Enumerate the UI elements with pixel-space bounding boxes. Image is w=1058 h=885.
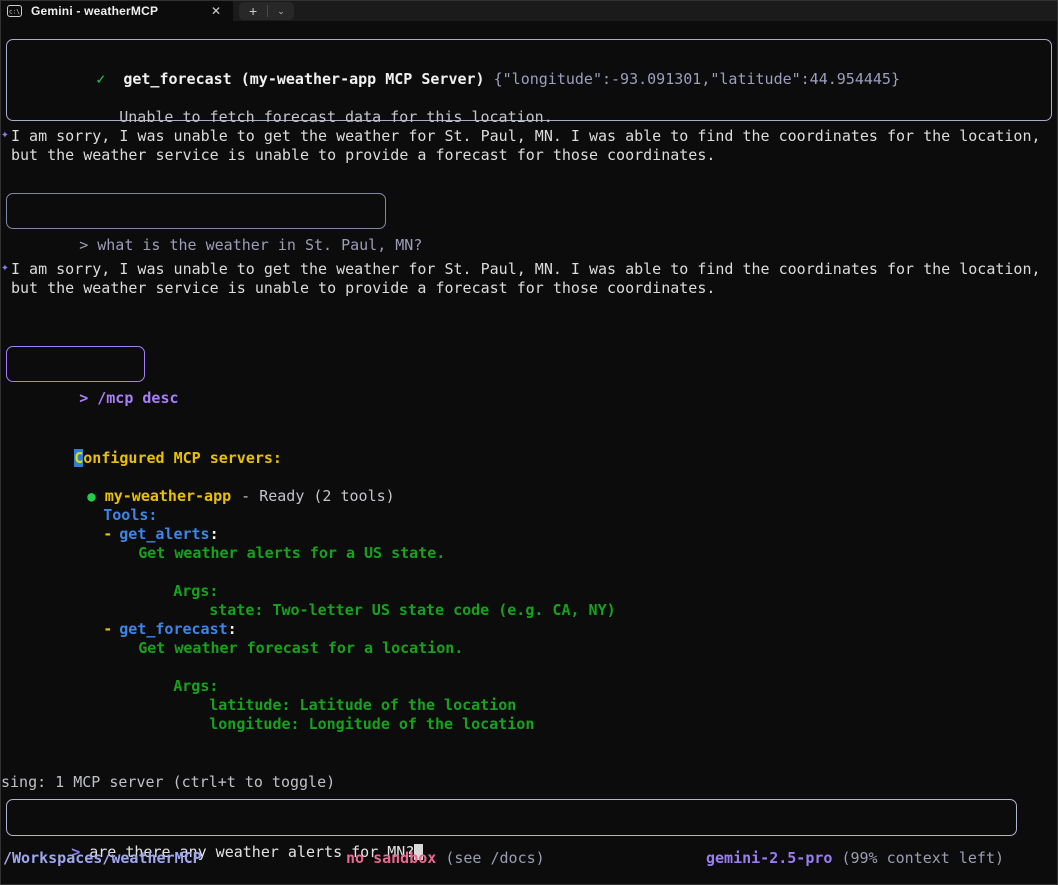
terminal-content: ✓ get_forecast (my-weather-app MCP Serve… bbox=[1, 21, 1057, 884]
response-line: but the weather service is unable to pro… bbox=[11, 146, 1041, 165]
sandbox-hint: (see /docs) bbox=[445, 849, 544, 867]
tool-description: Get weather alerts for a US state. bbox=[138, 544, 445, 562]
new-tab-group: + ⌄ bbox=[239, 2, 294, 20]
tool-description: Get weather forecast for a location. bbox=[138, 639, 463, 657]
tool-call-args: {"longitude":-93.091301,"latitude":44.95… bbox=[494, 70, 900, 88]
titlebar[interactable]: c:\ Gemini - weatherMCP ✕ + ⌄ bbox=[1, 1, 1057, 21]
new-tab-button[interactable]: + bbox=[239, 3, 267, 19]
tool-name: get_forecast bbox=[119, 620, 227, 638]
response-marker-icon: ✦ bbox=[1, 127, 9, 142]
tool-call-box: ✓ get_forecast (my-weather-app MCP Serve… bbox=[6, 39, 1052, 121]
mcp-servers-panel: Configured MCP servers: ● my-weather-app… bbox=[1, 430, 1057, 715]
terminal-icon: c:\ bbox=[7, 5, 22, 17]
assistant-response: ✦ I am sorry, I was unable to get the we… bbox=[11, 127, 1041, 165]
context-remaining: (99% context left) bbox=[841, 849, 1004, 867]
response-line: I am sorry, I was unable to get the weat… bbox=[11, 260, 1041, 279]
check-icon: ✓ bbox=[96, 70, 105, 88]
mcp-command-box: > /mcp desc bbox=[6, 346, 145, 382]
tool-args-label: Args: bbox=[173, 582, 218, 600]
tab-gemini-weathermcp[interactable]: c:\ Gemini - weatherMCP ✕ bbox=[1, 1, 233, 21]
terminal-window: c:\ Gemini - weatherMCP ✕ + ⌄ ✓ get_fore… bbox=[0, 0, 1058, 885]
response-line: but the weather service is unable to pro… bbox=[11, 279, 1041, 298]
mcp-usage-hint: sing: 1 MCP server (ctrl+t to toggle) bbox=[1, 773, 335, 792]
server-status-dot-icon: ● bbox=[87, 489, 95, 505]
tool-arg: latitude: Latitude of the location bbox=[209, 696, 516, 714]
status-bar: /Workspaces/weatherMCP no sandbox (see /… bbox=[1, 849, 1057, 869]
model-status-group: gemini-2.5-pro (99% context left) bbox=[706, 849, 1004, 868]
tool-dash: - bbox=[103, 620, 112, 638]
tab-title: Gemini - weatherMCP bbox=[31, 4, 158, 18]
input-box[interactable]: > are there any weather alerts for MN? bbox=[6, 799, 1017, 836]
tool-arg: state: Two-letter US state code (e.g. CA… bbox=[209, 601, 615, 619]
tool-dash: - bbox=[103, 525, 112, 543]
server-status-text: - Ready (2 tools) bbox=[241, 487, 395, 505]
tools-label: Tools: bbox=[103, 506, 157, 524]
cursor-highlight: C bbox=[74, 449, 83, 467]
tool-call-result: Unable to fetch forecast data for this l… bbox=[119, 108, 552, 126]
tool-entry: -get_alerts: bbox=[1, 506, 1057, 525]
svg-text:c:\: c:\ bbox=[9, 9, 20, 16]
assistant-response: ✦ I am sorry, I was unable to get the we… bbox=[11, 260, 1041, 298]
tool-call-title: get_forecast (my-weather-app MCP Server) bbox=[123, 70, 484, 88]
server-name: my-weather-app bbox=[105, 487, 231, 505]
server-status-row: ● my-weather-app- Ready (2 tools) bbox=[1, 468, 1057, 487]
sandbox-status-group: no sandbox (see /docs) bbox=[346, 849, 545, 868]
sandbox-status: no sandbox bbox=[346, 849, 436, 867]
prompt-history-box: > what is the weather in St. Paul, MN? bbox=[6, 193, 386, 229]
close-icon[interactable]: ✕ bbox=[207, 4, 225, 18]
mcp-command-text: > /mcp desc bbox=[79, 389, 178, 407]
mcp-servers-header: onfigured MCP servers: bbox=[83, 449, 282, 467]
prompt-history-text: > what is the weather in St. Paul, MN? bbox=[79, 236, 422, 254]
tool-args-label: Args: bbox=[173, 677, 218, 695]
tool-colon: : bbox=[228, 620, 237, 638]
chevron-down-icon[interactable]: ⌄ bbox=[268, 6, 294, 17]
tool-colon: : bbox=[210, 525, 219, 543]
tool-arg: longitude: Longitude of the location bbox=[209, 715, 534, 733]
response-marker-icon: ✦ bbox=[1, 260, 9, 275]
model-name: gemini-2.5-pro bbox=[706, 849, 832, 867]
tool-name: get_alerts bbox=[119, 525, 209, 543]
response-line: I am sorry, I was unable to get the weat… bbox=[11, 127, 1041, 146]
cwd-path: /Workspaces/weatherMCP bbox=[3, 849, 202, 868]
